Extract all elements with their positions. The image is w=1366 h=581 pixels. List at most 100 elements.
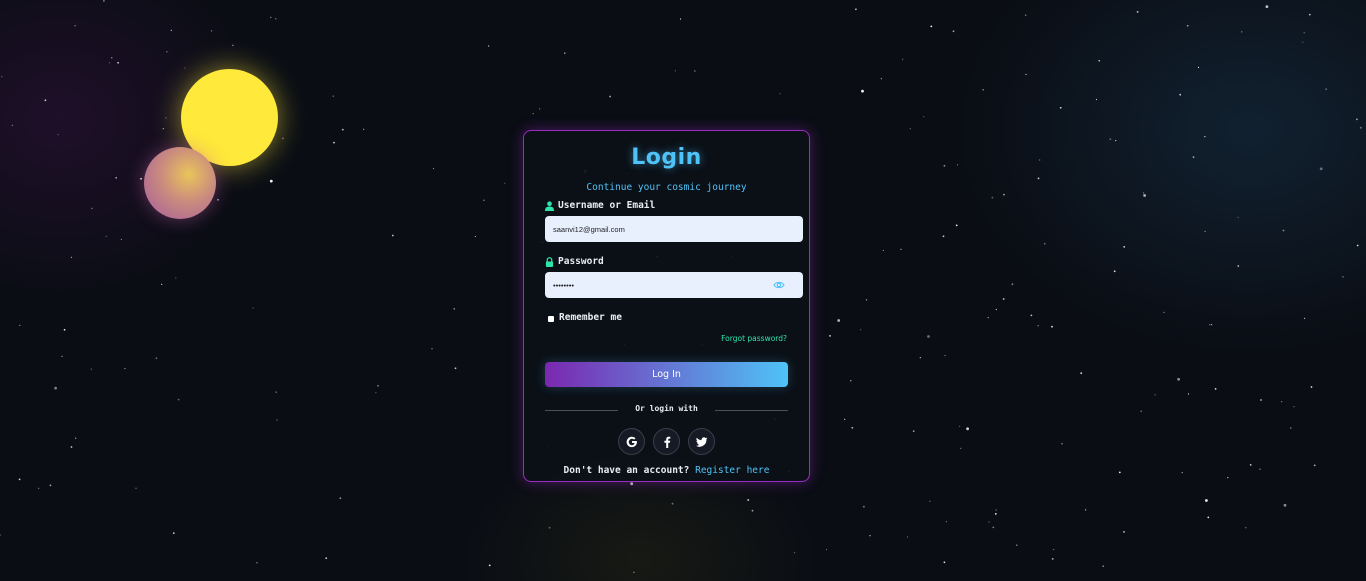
star bbox=[170, 29, 172, 31]
star bbox=[1003, 193, 1005, 196]
star bbox=[256, 562, 258, 564]
star bbox=[930, 25, 933, 28]
eye-icon[interactable] bbox=[773, 279, 785, 291]
password-input[interactable]: •••••••• bbox=[545, 272, 803, 298]
star bbox=[1177, 377, 1180, 381]
star bbox=[865, 299, 868, 301]
login-button[interactable]: Log In bbox=[545, 362, 788, 387]
star bbox=[282, 137, 284, 140]
star bbox=[927, 335, 930, 338]
star bbox=[1123, 531, 1125, 533]
star bbox=[1016, 544, 1018, 546]
star bbox=[333, 141, 335, 144]
star bbox=[210, 30, 213, 32]
star bbox=[1237, 216, 1239, 218]
star bbox=[432, 167, 435, 170]
star bbox=[1080, 372, 1083, 375]
star bbox=[1118, 471, 1121, 474]
star bbox=[1154, 394, 1156, 396]
star bbox=[1319, 167, 1323, 171]
star bbox=[474, 235, 476, 238]
star bbox=[751, 509, 754, 512]
star bbox=[1109, 138, 1112, 141]
star bbox=[70, 256, 72, 258]
star bbox=[982, 89, 984, 91]
star bbox=[694, 70, 696, 72]
star bbox=[1053, 548, 1055, 551]
star bbox=[793, 552, 796, 554]
star bbox=[909, 128, 911, 130]
username-input[interactable]: saanvi12@gmail.com bbox=[545, 216, 803, 242]
star bbox=[945, 521, 948, 523]
forgot-password-link[interactable]: Forgot password? bbox=[721, 334, 787, 343]
star bbox=[674, 70, 677, 72]
star bbox=[1136, 11, 1139, 13]
remember-me[interactable]: Remember me bbox=[548, 312, 622, 323]
star bbox=[109, 62, 111, 64]
star bbox=[1186, 24, 1189, 27]
star bbox=[1061, 443, 1063, 445]
star bbox=[912, 430, 915, 433]
star bbox=[1181, 472, 1183, 474]
facebook-login-button[interactable] bbox=[653, 428, 680, 455]
star bbox=[944, 354, 946, 357]
user-icon bbox=[545, 200, 554, 211]
google-login-button[interactable] bbox=[618, 428, 645, 455]
star bbox=[454, 367, 457, 370]
star bbox=[276, 419, 278, 421]
star bbox=[38, 487, 40, 489]
star bbox=[1245, 527, 1247, 529]
star bbox=[90, 368, 92, 370]
star bbox=[900, 248, 902, 250]
star bbox=[341, 128, 344, 131]
star bbox=[995, 509, 997, 511]
star bbox=[869, 535, 871, 537]
star bbox=[1037, 325, 1039, 327]
star bbox=[162, 128, 164, 130]
username-value: saanvi12@gmail.com bbox=[553, 224, 625, 234]
star bbox=[1197, 66, 1200, 68]
star bbox=[844, 418, 846, 420]
twitter-login-button[interactable] bbox=[688, 428, 715, 455]
lock-icon bbox=[545, 256, 554, 267]
star bbox=[275, 391, 277, 393]
star bbox=[117, 61, 119, 64]
star bbox=[1163, 311, 1165, 313]
star bbox=[332, 95, 334, 97]
star bbox=[63, 328, 66, 331]
star bbox=[44, 99, 47, 102]
star bbox=[1303, 32, 1305, 34]
star bbox=[11, 124, 13, 126]
star bbox=[882, 249, 885, 252]
star bbox=[1356, 244, 1359, 247]
star bbox=[1025, 73, 1027, 75]
star bbox=[57, 134, 59, 136]
star bbox=[453, 308, 456, 310]
star bbox=[363, 128, 365, 130]
star bbox=[1085, 509, 1087, 511]
star bbox=[1304, 317, 1306, 319]
star bbox=[325, 557, 328, 560]
star bbox=[124, 367, 126, 370]
star bbox=[851, 426, 854, 429]
star bbox=[1179, 93, 1182, 96]
remember-checkbox[interactable] bbox=[548, 316, 554, 322]
star bbox=[679, 18, 682, 20]
star bbox=[0, 534, 1, 536]
star bbox=[1227, 477, 1229, 479]
register-link[interactable]: Register here bbox=[695, 465, 769, 476]
register-row: Don't have an account? Register here bbox=[524, 465, 809, 476]
star bbox=[943, 561, 946, 564]
star bbox=[1044, 243, 1046, 245]
star bbox=[75, 437, 77, 439]
star bbox=[960, 447, 962, 449]
star bbox=[391, 234, 394, 237]
star bbox=[942, 235, 945, 238]
star bbox=[1051, 558, 1054, 560]
star bbox=[105, 235, 107, 237]
star bbox=[1209, 324, 1211, 326]
star bbox=[952, 30, 955, 33]
star bbox=[1143, 192, 1145, 194]
star bbox=[184, 67, 186, 69]
star bbox=[1025, 14, 1027, 16]
